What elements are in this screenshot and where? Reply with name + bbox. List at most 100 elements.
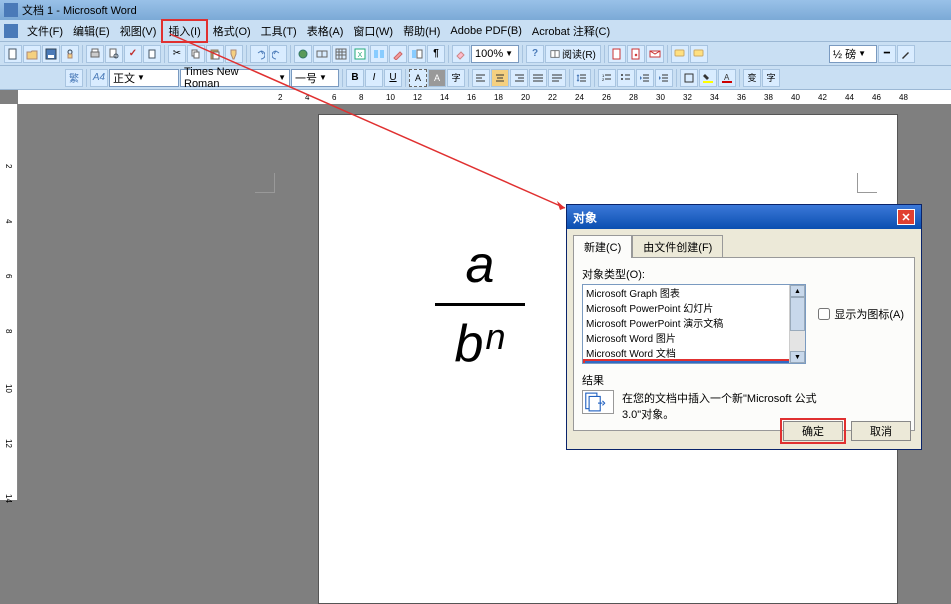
print-preview-icon[interactable]: [105, 45, 123, 63]
menu-item-7[interactable]: 窗口(W): [348, 21, 398, 41]
result-label: 结果: [582, 372, 906, 388]
result-icon: [582, 390, 614, 414]
list-item[interactable]: Microsoft Word 图片: [583, 330, 805, 345]
hyperlink-icon[interactable]: [294, 45, 312, 63]
show-hide-icon[interactable]: ¶: [427, 45, 445, 63]
align-left-icon[interactable]: [472, 69, 490, 87]
dialog-title-text: 对象: [573, 209, 597, 226]
permission-icon[interactable]: [61, 45, 79, 63]
highlight-icon[interactable]: [699, 69, 717, 87]
menu-item-3[interactable]: 插入(I): [161, 19, 207, 43]
insert-table-icon[interactable]: [332, 45, 350, 63]
word-doc-icon: [4, 24, 18, 38]
char-scaling-icon[interactable]: 字: [447, 69, 465, 87]
list-item[interactable]: Microsoft PowerPoint 演示文稿: [583, 315, 805, 330]
list-item[interactable]: Microsoft Graph 图表: [583, 285, 805, 300]
borders-icon[interactable]: [680, 69, 698, 87]
numerator: a: [435, 235, 525, 299]
listbox-scrollbar[interactable]: ▲ ▼: [789, 285, 805, 363]
pdf-icon[interactable]: [608, 45, 626, 63]
list-item[interactable]: Microsoft Word 文档: [583, 345, 805, 360]
char-shading-icon[interactable]: A: [428, 69, 446, 87]
menu-item-0[interactable]: 文件(F): [22, 21, 68, 41]
help-icon[interactable]: ?: [526, 45, 544, 63]
close-icon[interactable]: ✕: [897, 209, 915, 225]
excel-icon[interactable]: X: [351, 45, 369, 63]
object-type-label: 对象类型(O):: [582, 266, 906, 282]
copy-icon[interactable]: [187, 45, 205, 63]
font-combo[interactable]: Times New Roman▼: [180, 69, 290, 87]
save-icon[interactable]: [42, 45, 60, 63]
tab-new[interactable]: 新建(C): [573, 235, 632, 258]
align-right-icon[interactable]: [510, 69, 528, 87]
bullets-icon[interactable]: [617, 69, 635, 87]
result-text: 在您的文档中插入一个新"Microsoft 公式 3.0"对象。: [622, 390, 822, 422]
align-justify-icon[interactable]: [529, 69, 547, 87]
border-a-icon[interactable]: A: [409, 69, 427, 87]
simplified-icon[interactable]: 繁: [65, 69, 83, 87]
line-weight-combo[interactable]: ½ 磅▼: [829, 45, 877, 63]
menu-item-1[interactable]: 编辑(E): [68, 21, 115, 41]
print-icon[interactable]: [86, 45, 104, 63]
list-item[interactable]: Microsoft PowerPoint 幻灯片: [583, 300, 805, 315]
enclose-icon[interactable]: 字: [762, 69, 780, 87]
menu-item-9[interactable]: Adobe PDF(B): [445, 23, 527, 39]
increase-indent-icon[interactable]: [655, 69, 673, 87]
pdf-convert-icon[interactable]: [627, 45, 645, 63]
menu-item-4[interactable]: 格式(O): [208, 21, 256, 41]
object-type-listbox[interactable]: Microsoft Graph 图表Microsoft PowerPoint 幻…: [582, 284, 806, 364]
zoom-combo[interactable]: 100%▼: [471, 45, 519, 63]
italic-icon[interactable]: I: [365, 69, 383, 87]
align-center-icon[interactable]: [491, 69, 509, 87]
paste-icon[interactable]: [206, 45, 224, 63]
line-style-icon[interactable]: ━: [878, 45, 896, 63]
columns-icon[interactable]: [370, 45, 388, 63]
menu-item-8[interactable]: 帮助(H): [398, 21, 445, 41]
titlebar: 文档 1 - Microsoft Word: [0, 0, 951, 20]
menu-item-5[interactable]: 工具(T): [256, 21, 302, 41]
new-icon[interactable]: [4, 45, 22, 63]
pdf-email-icon[interactable]: [646, 45, 664, 63]
open-icon[interactable]: [23, 45, 41, 63]
bold-icon[interactable]: B: [346, 69, 364, 87]
list-item[interactable]: Microsoft 公式 3.0: [585, 361, 803, 364]
eraser-icon[interactable]: [452, 45, 470, 63]
menu-item-10[interactable]: Acrobat 注释(C): [527, 21, 615, 41]
drawing-icon[interactable]: [389, 45, 407, 63]
numbering-icon[interactable]: 12: [598, 69, 616, 87]
style-a-icon[interactable]: A4: [90, 69, 108, 87]
menu-item-2[interactable]: 视图(V): [115, 21, 162, 41]
denominator: bn: [435, 310, 525, 374]
comment2-icon[interactable]: [690, 45, 708, 63]
equation-object[interactable]: a bn: [435, 235, 525, 374]
checkbox-icon[interactable]: [818, 308, 830, 320]
underline-icon[interactable]: U: [384, 69, 402, 87]
show-as-icon-checkbox[interactable]: 显示为图标(A): [818, 306, 904, 322]
undo-icon[interactable]: [250, 45, 268, 63]
cancel-button[interactable]: 取消: [851, 421, 911, 441]
dialog-titlebar[interactable]: 对象 ✕: [567, 205, 921, 229]
doc-map-icon[interactable]: [408, 45, 426, 63]
tables-borders-icon[interactable]: [313, 45, 331, 63]
read-mode-button[interactable]: 阅读(R): [545, 45, 601, 63]
distribute-icon[interactable]: [548, 69, 566, 87]
redo-icon[interactable]: [269, 45, 287, 63]
format-painter-icon[interactable]: [225, 45, 243, 63]
style-combo[interactable]: 正文▼: [109, 69, 179, 87]
research-icon[interactable]: [143, 45, 161, 63]
tab-from-file[interactable]: 由文件创建(F): [632, 235, 723, 258]
spellcheck-icon[interactable]: ✓: [124, 45, 142, 63]
comment-icon[interactable]: [671, 45, 689, 63]
menu-item-6[interactable]: 表格(A): [302, 21, 349, 41]
window-title: 文档 1 - Microsoft Word: [22, 2, 137, 18]
menubar: 文件(F)编辑(E)视图(V)插入(I)格式(O)工具(T)表格(A)窗口(W)…: [0, 20, 951, 42]
phonetic-icon[interactable]: 变: [743, 69, 761, 87]
font-color-icon[interactable]: A: [718, 69, 736, 87]
size-combo[interactable]: 一号▼: [291, 69, 339, 87]
cut-icon[interactable]: ✂: [168, 45, 186, 63]
pen-color-icon[interactable]: [897, 45, 915, 63]
object-dialog: 对象 ✕ 新建(C) 由文件创建(F) 对象类型(O): Microsoft G…: [566, 204, 922, 450]
decrease-indent-icon[interactable]: [636, 69, 654, 87]
ok-button[interactable]: 确定: [783, 421, 843, 441]
line-spacing-icon[interactable]: [573, 69, 591, 87]
